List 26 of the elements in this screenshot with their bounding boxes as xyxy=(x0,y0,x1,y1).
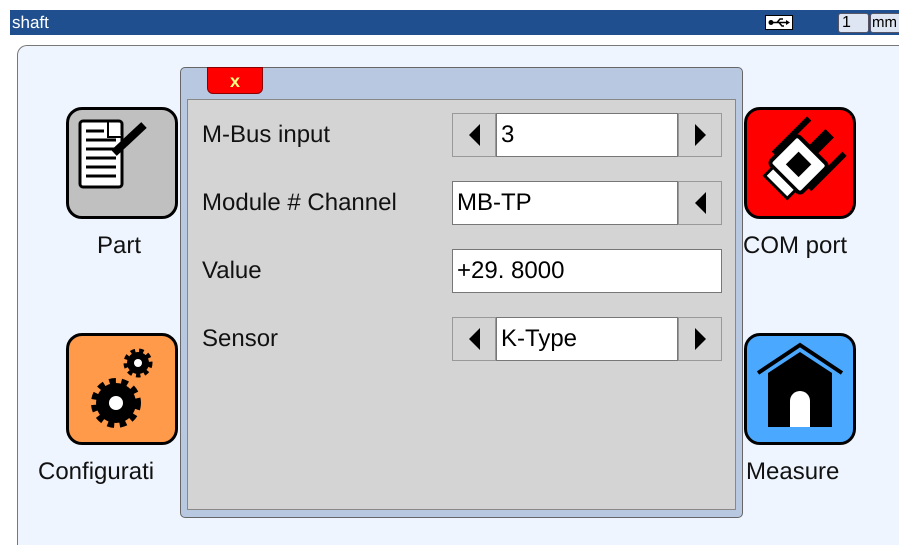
usb-icon xyxy=(765,15,793,30)
previous-button[interactable] xyxy=(678,181,722,225)
app-label: Measure xyxy=(746,458,840,486)
value-field[interactable]: K-Type xyxy=(496,317,678,361)
field-label: Value xyxy=(202,256,263,286)
gears-app-button[interactable] xyxy=(66,333,178,445)
value-field[interactable]: 3 xyxy=(496,113,678,157)
value-field[interactable]: 1 xyxy=(838,13,869,33)
app-label: COM port xyxy=(743,232,848,260)
close-button[interactable]: x xyxy=(207,67,263,94)
field-label: Module # Channel xyxy=(202,188,398,218)
previous-button[interactable] xyxy=(452,113,496,157)
connector-app-button[interactable] xyxy=(744,107,856,219)
next-button[interactable] xyxy=(678,113,722,157)
house-app-button[interactable] xyxy=(744,333,856,445)
document-pen-app-button[interactable] xyxy=(66,107,178,219)
app-label: Configurati xyxy=(38,458,154,486)
unit-field[interactable]: mm xyxy=(870,13,899,33)
window-title: shaft xyxy=(12,12,49,34)
value-field[interactable]: MB-TP xyxy=(452,181,678,225)
field-label: Sensor xyxy=(202,324,280,354)
next-button[interactable] xyxy=(678,317,722,361)
previous-button[interactable] xyxy=(452,317,496,361)
field-label: M-Bus input xyxy=(202,120,332,150)
app-label: Part xyxy=(97,232,142,260)
value-field[interactable]: +29. 8000 xyxy=(452,249,722,293)
